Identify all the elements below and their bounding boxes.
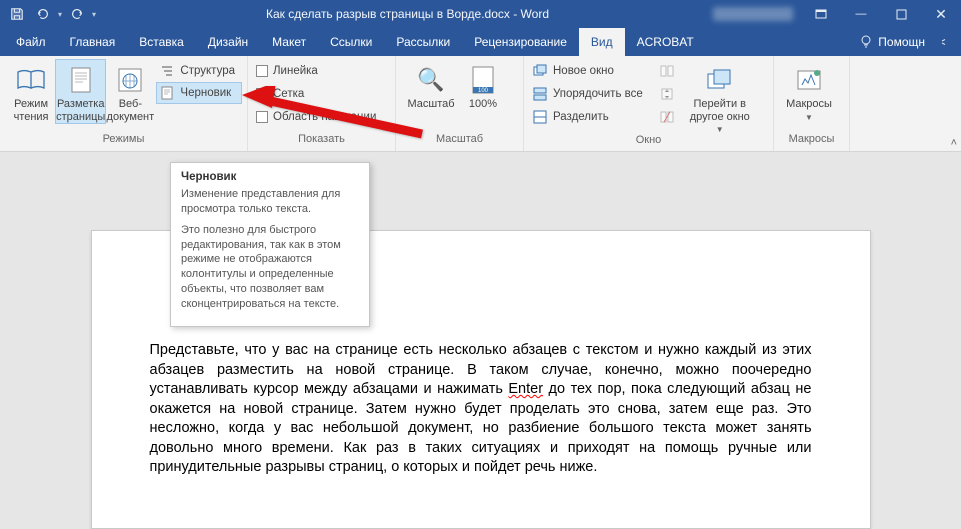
page-100-icon: 100 [467, 64, 499, 96]
tab-design[interactable]: Дизайн [196, 28, 260, 56]
title-bar: ▾ ▾ Как сделать разрыв страницы в Ворде.… [0, 0, 961, 28]
magnifier-icon: 🔍 [415, 64, 447, 96]
undo-icon[interactable] [32, 3, 54, 25]
read-mode-button[interactable]: Режим чтения [6, 60, 56, 123]
switch-windows-button[interactable]: Перейти в другое окно ▼ [685, 60, 755, 134]
new-window-icon [532, 63, 548, 79]
navpane-label: Область навигации [273, 111, 376, 123]
outline-icon [159, 63, 175, 79]
document-area: Представьте, что у вас на странице есть … [0, 152, 961, 529]
tab-layout[interactable]: Макет [260, 28, 318, 56]
tell-me[interactable]: Помощн [858, 34, 925, 50]
tooltip-draft: Черновик Изменение представления для про… [170, 162, 370, 327]
new-window-button[interactable]: Новое окно [530, 60, 649, 82]
side-by-side-icon [659, 63, 675, 79]
save-icon[interactable] [6, 3, 28, 25]
split-button[interactable]: Разделить [530, 106, 649, 128]
reset-pos-icon [659, 109, 675, 125]
checkbox-icon [256, 65, 268, 77]
reset-position-button[interactable] [657, 106, 681, 128]
read-mode-label: Режим чтения [6, 98, 56, 123]
zoom-label: Масштаб [407, 98, 454, 111]
qat-dropdown-icon[interactable]: ▾ [58, 10, 62, 19]
zoom-100-button[interactable]: 100 100% [460, 60, 506, 111]
draft-label: Черновик [180, 87, 231, 99]
arrange-all-button[interactable]: Упорядочить все [530, 83, 649, 105]
qat-customize-icon[interactable]: ▾ [92, 10, 96, 19]
zoom-100-label: 100% [469, 98, 497, 111]
new-window-label: Новое окно [553, 65, 614, 77]
tab-file[interactable]: Файл [4, 28, 58, 56]
sync-scroll-icon [659, 86, 675, 102]
ribbon-tabs: Файл Главная Вставка Дизайн Макет Ссылки… [0, 28, 961, 56]
navpane-checkbox[interactable]: Область навигации [254, 106, 382, 128]
sync-scroll-button[interactable] [657, 83, 681, 105]
book-icon [15, 64, 47, 96]
window-controls: — ✕ [801, 0, 961, 28]
svg-text:100: 100 [478, 88, 489, 94]
minimize-icon[interactable]: — [841, 0, 881, 28]
page-icon [65, 64, 97, 96]
tab-mailings[interactable]: Рассылки [384, 28, 462, 56]
tooltip-line2: Это полезно для быстрого редактирования,… [181, 223, 359, 312]
web-layout-button[interactable]: Веб-документ [105, 60, 155, 123]
ribbon: Режим чтения Разметка страницы Веб-докум… [0, 56, 961, 152]
tab-acrobat[interactable]: ACROBAT [625, 28, 706, 56]
macros-icon [793, 64, 825, 96]
zoom-group-label: Масштаб [396, 133, 523, 151]
zoom-button[interactable]: 🔍 Масштаб [402, 60, 460, 111]
macros-label: Макросы [786, 98, 832, 111]
print-layout-label: Разметка страницы [56, 98, 105, 123]
tooltip-line1: Изменение представления для просмотра то… [181, 187, 359, 217]
arrange-icon [532, 86, 548, 102]
redo-icon[interactable] [66, 3, 88, 25]
share-icon[interactable] [935, 34, 951, 50]
globe-icon [114, 64, 146, 96]
print-layout-button[interactable]: Разметка страницы [55, 59, 106, 124]
web-layout-label: Веб-документ [105, 98, 155, 123]
tell-me-label: Помощн [878, 35, 925, 49]
window-group-label: Окно [524, 134, 773, 151]
ruler-checkbox[interactable]: Линейка [254, 60, 382, 82]
draft-button[interactable]: Черновик [156, 82, 242, 104]
switch-windows-label: Перейти в другое окно [685, 98, 755, 123]
chevron-down-icon: ▼ [805, 113, 813, 122]
macros-button[interactable]: Макросы ▼ [780, 60, 838, 122]
split-label: Разделить [553, 111, 609, 123]
gridlines-checkbox[interactable]: Сетка [254, 83, 382, 105]
tooltip-title: Черновик [181, 171, 359, 183]
maximize-icon[interactable] [881, 0, 921, 28]
checkbox-icon [256, 111, 268, 123]
text-enter: Enter [508, 381, 543, 397]
switch-windows-icon [704, 64, 736, 96]
split-icon [532, 109, 548, 125]
lightbulb-icon [858, 34, 874, 50]
collapse-ribbon-icon[interactable]: ˄ [951, 137, 957, 149]
tab-insert[interactable]: Вставка [127, 28, 196, 56]
show-group-label: Показать [248, 133, 395, 151]
document-title: Как сделать разрыв страницы в Ворде.docx… [102, 7, 713, 21]
close-icon[interactable]: ✕ [921, 0, 961, 28]
checkbox-icon [256, 88, 268, 100]
side-by-side-button[interactable] [657, 60, 681, 82]
chevron-down-icon: ▼ [716, 125, 724, 134]
outline-label: Структура [180, 65, 235, 77]
quick-access-toolbar: ▾ ▾ [0, 3, 102, 25]
tab-references[interactable]: Ссылки [318, 28, 384, 56]
outline-button[interactable]: Структура [157, 60, 241, 82]
paragraph[interactable]: Представьте, что у вас на странице есть … [150, 341, 812, 478]
macros-group-label: Макросы [774, 133, 849, 151]
arrange-all-label: Упорядочить все [553, 88, 643, 100]
gridlines-label: Сетка [273, 88, 304, 100]
modes-group-label: Режимы [0, 133, 247, 151]
tab-review[interactable]: Рецензирование [462, 28, 579, 56]
account-area [713, 7, 793, 21]
ribbon-display-icon[interactable] [801, 0, 841, 28]
ruler-label: Линейка [273, 65, 318, 77]
tab-home[interactable]: Главная [58, 28, 128, 56]
draft-icon [159, 85, 175, 101]
tab-view[interactable]: Вид [579, 28, 625, 56]
